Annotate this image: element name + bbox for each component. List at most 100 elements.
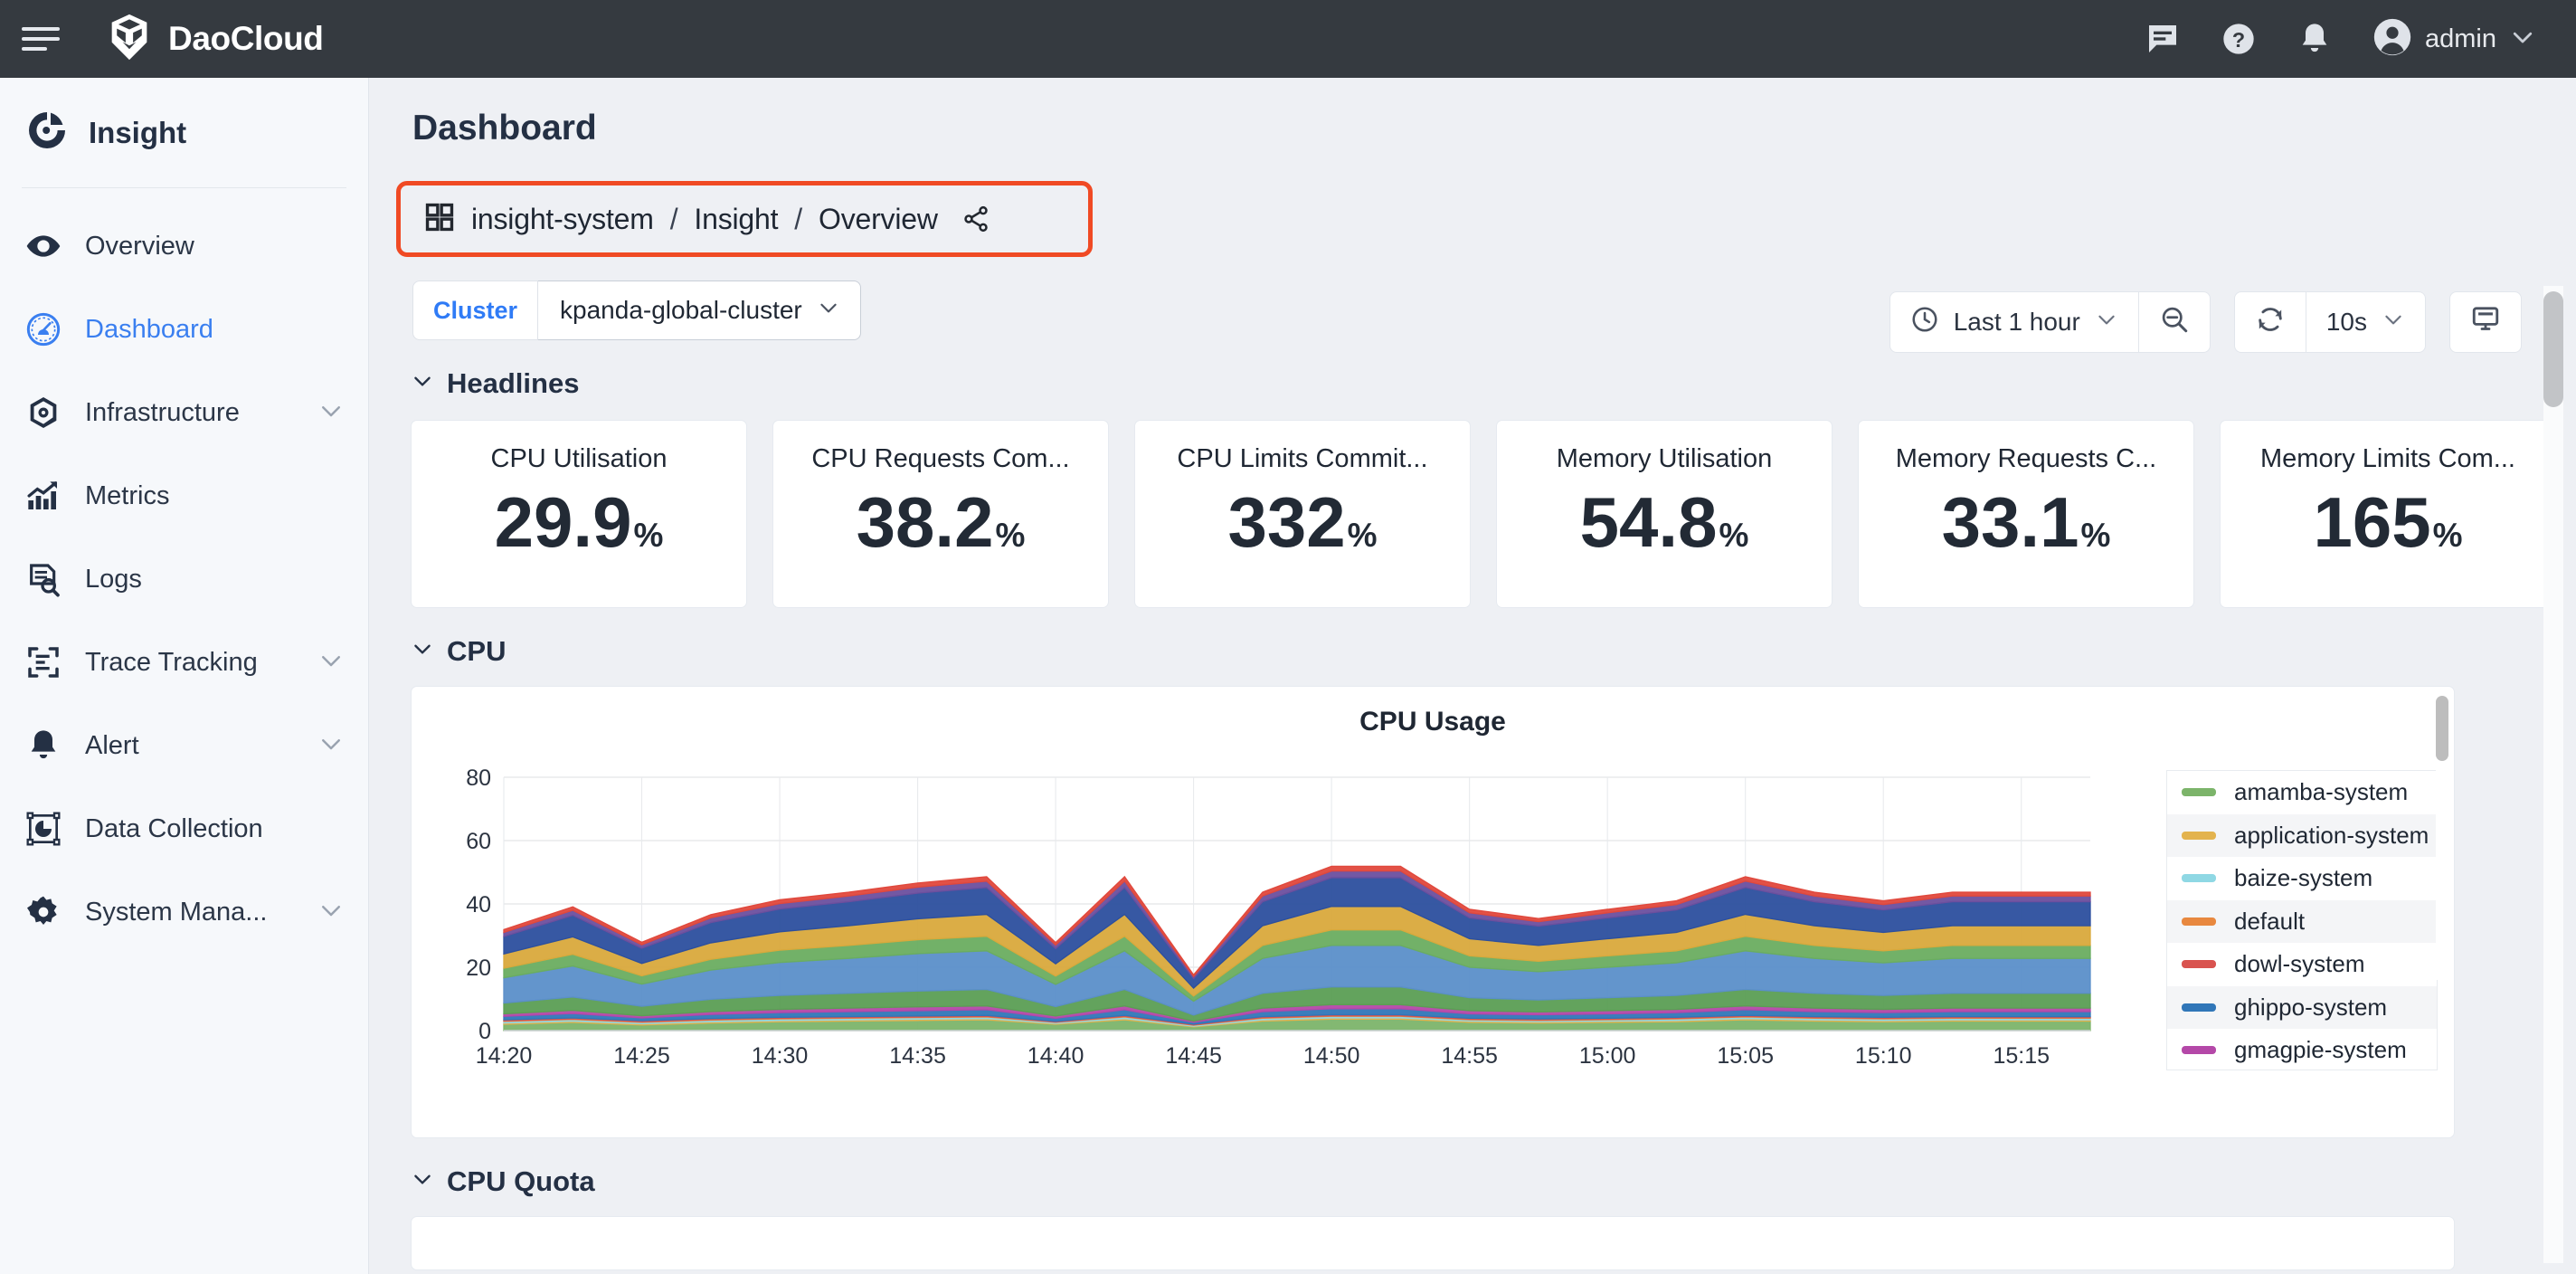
svg-text:0: 0 (478, 1019, 491, 1044)
cluster-select-value: kpanda-global-cluster (560, 296, 802, 325)
sidebar-item-infrastructure[interactable]: Infrastructure (0, 371, 368, 454)
stat-card-title: CPU Utilisation (491, 444, 668, 474)
sidebar-item-metrics[interactable]: Metrics (0, 454, 368, 537)
legend-item[interactable]: amamba-system (2167, 771, 2437, 814)
eye-icon (25, 228, 71, 264)
chat-icon[interactable] (2145, 21, 2181, 57)
legend-item[interactable]: application-system (2167, 814, 2437, 858)
stat-card-value-wrap: 33.1 % (1942, 487, 2111, 557)
time-range-value: Last 1 hour (1954, 308, 2080, 337)
stat-card-title: CPU Limits Commit... (1177, 444, 1427, 474)
sidebar-item-trace-tracking[interactable]: Trace Tracking (0, 621, 368, 704)
sidebar-nav: Overview Dashboard Infras (0, 188, 368, 954)
section-cpu-quota[interactable]: CPU Quota (411, 1165, 2576, 1198)
sidebar-item-label: Overview (85, 232, 345, 261)
stat-card-value: 29.9 (495, 487, 632, 557)
sidebar-item-label: Data Collection (85, 814, 345, 844)
bell-icon[interactable] (2297, 21, 2333, 57)
data-collection-icon (25, 811, 71, 847)
trace-icon (25, 644, 71, 680)
legend-label: dowl-system (2234, 950, 2364, 978)
stat-card-unit: % (995, 518, 1025, 552)
breadcrumb-namespace[interactable]: insight-system (471, 203, 654, 236)
stat-card[interactable]: Memory Requests C... 33.1 % (1858, 420, 2194, 608)
sidebar-item-dashboard[interactable]: Dashboard (0, 288, 368, 371)
svg-text:14:55: 14:55 (1441, 1043, 1498, 1069)
chevron-down-icon[interactable] (317, 897, 345, 928)
chevron-down-icon[interactable] (317, 730, 345, 762)
breadcrumb[interactable]: insight-system / Insight / Overview (396, 181, 1093, 257)
sidebar-item-system-management[interactable]: System Mana... (0, 870, 368, 954)
svg-text:14:30: 14:30 (752, 1043, 809, 1069)
chevron-down-icon[interactable] (317, 397, 345, 429)
breadcrumb-dashboard[interactable]: Overview (819, 203, 938, 236)
cluster-select[interactable]: kpanda-global-cluster (538, 280, 861, 340)
refresh-button[interactable] (2234, 291, 2306, 353)
chevron-down-icon[interactable] (317, 647, 345, 679)
stat-card-value-wrap: 38.2 % (857, 487, 1026, 557)
cpu-usage-chart[interactable]: 02040608014:2014:2514:3014:3514:4014:451… (448, 763, 2157, 1089)
user-name: admin (2425, 24, 2496, 54)
sidebar-item-data-collection[interactable]: Data Collection (0, 787, 368, 870)
legend-scrollbar-thumb[interactable] (2436, 696, 2448, 761)
sidebar-product[interactable]: Insight (0, 78, 368, 187)
section-title: CPU Quota (447, 1165, 595, 1198)
gear-icon (25, 894, 71, 930)
legend-label: ghippo-system (2234, 994, 2387, 1022)
top-bar: DaoCloud ? (0, 0, 2576, 78)
legend-item[interactable]: ghippo-system (2167, 986, 2437, 1030)
stat-card[interactable]: CPU Utilisation 29.9 % (411, 420, 747, 608)
chevron-down-icon[interactable] (2509, 24, 2536, 55)
stat-card-unit: % (2433, 518, 2463, 552)
cube-icon (25, 395, 71, 431)
sidebar-item-overview[interactable]: Overview (0, 204, 368, 288)
svg-text:14:20: 14:20 (476, 1043, 533, 1069)
legend-item[interactable]: default (2167, 900, 2437, 944)
section-title: CPU (447, 635, 506, 668)
stat-card[interactable]: CPU Requests Com... 38.2 % (772, 420, 1109, 608)
chevron-down-icon (2095, 308, 2118, 338)
brand-logo[interactable]: DaoCloud (103, 11, 324, 68)
page-scrollbar-thumb[interactable] (2543, 291, 2563, 407)
help-icon[interactable]: ? (2221, 21, 2257, 57)
stat-card-value: 38.2 (857, 487, 994, 557)
user-menu[interactable]: admin (2372, 17, 2536, 62)
chart-legend[interactable]: amamba-systemapplication-systembaize-sys… (2166, 770, 2438, 1070)
headline-cards: CPU Utilisation 29.9 % CPU Requests Com.… (411, 420, 2576, 608)
section-headlines[interactable]: Headlines (411, 367, 2576, 400)
section-title: Headlines (447, 367, 579, 400)
kiosk-mode-button[interactable] (2449, 291, 2522, 353)
svg-text:15:05: 15:05 (1717, 1043, 1774, 1069)
stat-card-title: Memory Requests C... (1896, 444, 2156, 474)
svg-text:20: 20 (466, 956, 491, 981)
legend-item[interactable]: gmagpie-system (2167, 1029, 2437, 1070)
log-search-icon (25, 561, 71, 597)
brand-name: DaoCloud (168, 20, 324, 58)
svg-text:14:40: 14:40 (1028, 1043, 1084, 1069)
legend-swatch (2182, 1046, 2216, 1054)
insight-logo-icon (25, 109, 69, 157)
zoom-out-icon (2159, 304, 2190, 341)
section-cpu[interactable]: CPU (411, 635, 2576, 668)
zoom-out-button[interactable] (2139, 291, 2211, 353)
svg-text:14:25: 14:25 (613, 1043, 670, 1069)
chevron-down-icon (817, 296, 840, 326)
stat-card[interactable]: Memory Limits Com... 165 % (2220, 420, 2556, 608)
legend-item[interactable]: baize-system (2167, 857, 2437, 900)
refresh-icon (2255, 304, 2286, 341)
legend-item[interactable]: dowl-system (2167, 943, 2437, 986)
stat-card-value: 332 (1227, 487, 1345, 557)
stat-card[interactable]: CPU Limits Commit... 332 % (1134, 420, 1471, 608)
share-icon[interactable] (961, 204, 990, 233)
time-range-picker[interactable]: Last 1 hour (1889, 291, 2139, 353)
svg-text:15:10: 15:10 (1855, 1043, 1912, 1069)
refresh-interval-select[interactable]: 10s (2306, 291, 2426, 353)
cluster-filter-label[interactable]: Cluster (412, 280, 538, 340)
hamburger-icon[interactable] (22, 23, 63, 55)
stat-card[interactable]: Memory Utilisation 54.8 % (1496, 420, 1833, 608)
stat-card-unit: % (2080, 518, 2110, 552)
sidebar-item-logs[interactable]: Logs (0, 537, 368, 621)
breadcrumb-folder[interactable]: Insight (694, 203, 778, 236)
page-scrollbar-track[interactable] (2543, 286, 2563, 1263)
sidebar-item-alert[interactable]: Alert (0, 704, 368, 787)
